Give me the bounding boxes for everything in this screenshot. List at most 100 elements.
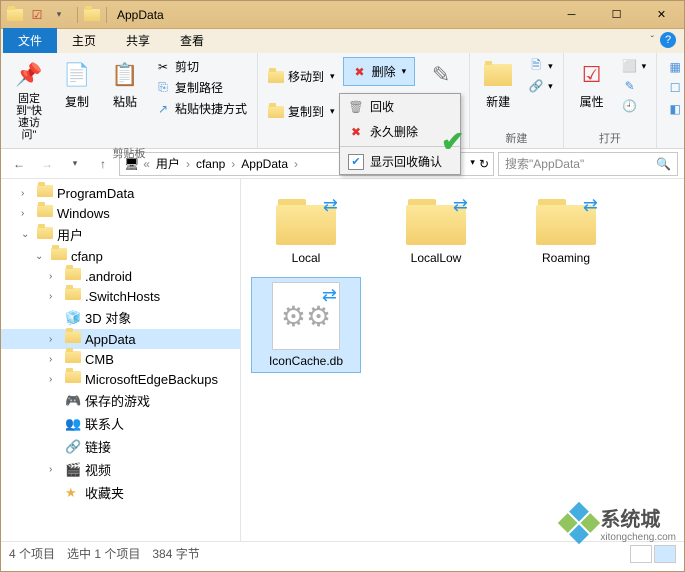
qat-folder-icon[interactable] bbox=[5, 5, 25, 25]
tree-favorites[interactable]: ★收藏夹 bbox=[1, 481, 240, 504]
watermark-logo-icon bbox=[558, 502, 600, 544]
group-select-label: 选择 bbox=[663, 128, 685, 146]
history-button[interactable]: 🕘 bbox=[618, 97, 651, 115]
group-new-label: 新建 bbox=[476, 128, 557, 146]
minimize-button[interactable]: ─ bbox=[549, 1, 594, 29]
file-local[interactable]: ⇄ Local bbox=[251, 189, 361, 269]
chevron-icon[interactable]: › bbox=[292, 157, 300, 171]
sync-icon: ⇄ bbox=[322, 285, 337, 306]
file-list[interactable]: ⇄ Local ⇄ LocalLow ⇄ Roaming ⚙⚙⇄ IconCac… bbox=[241, 179, 684, 541]
content-area: ›ProgramData ›Windows ⌄用户 ⌄cfanp ›.andro… bbox=[1, 179, 684, 541]
tree-switchhosts[interactable]: ›.SwitchHosts bbox=[1, 286, 240, 306]
tree-users[interactable]: ⌄用户 bbox=[1, 223, 240, 246]
status-selected: 选中 1 个项目 bbox=[67, 545, 140, 562]
perm-delete-icon: ✖ bbox=[348, 125, 364, 139]
forward-button[interactable]: → bbox=[35, 152, 59, 176]
search-icon: 🔍 bbox=[656, 157, 671, 171]
window-title: AppData bbox=[111, 8, 164, 22]
select-none-icon: ☐ bbox=[667, 80, 683, 96]
checkbox-icon: ✔ bbox=[348, 154, 364, 170]
tab-home[interactable]: 主页 bbox=[57, 28, 111, 53]
delete-icon: ✖ bbox=[352, 64, 368, 80]
rename-icon: ✎ bbox=[425, 59, 457, 91]
dropdown-icon[interactable]: ▾ bbox=[470, 157, 475, 171]
invert-icon: ◧ bbox=[667, 101, 683, 117]
file-iconcache[interactable]: ⚙⚙⇄ IconCache.db bbox=[251, 277, 361, 373]
cut-button[interactable]: ✂剪切 bbox=[151, 57, 251, 76]
open-button[interactable]: ⬜▾ bbox=[618, 57, 651, 75]
pin-label: 固定到"快 速访问" bbox=[13, 93, 45, 141]
tree-android[interactable]: ›.android bbox=[1, 266, 240, 286]
tree-windows[interactable]: ›Windows bbox=[1, 203, 240, 223]
copy-to-button[interactable]: 复制到▾ bbox=[264, 102, 339, 121]
view-details-button[interactable] bbox=[630, 545, 652, 563]
separator bbox=[106, 7, 107, 23]
folder-icon: ⇄ bbox=[402, 193, 470, 247]
paste-button[interactable]: 📋 粘贴 bbox=[103, 57, 147, 112]
paste-icon: 📋 bbox=[109, 59, 141, 91]
qat-select-icon[interactable]: ☑ bbox=[27, 5, 47, 25]
move-to-button[interactable]: 移动到▾ bbox=[264, 67, 339, 86]
file-roaming[interactable]: ⇄ Roaming bbox=[511, 189, 621, 269]
tab-file[interactable]: 文件 bbox=[3, 28, 57, 53]
copy-label: 复制 bbox=[65, 93, 89, 110]
properties-button[interactable]: ☑ 属性 bbox=[570, 57, 614, 112]
edit-button[interactable]: ✎ bbox=[618, 77, 651, 95]
refresh-icon[interactable]: ↻ bbox=[479, 157, 489, 171]
cut-icon: ✂ bbox=[155, 59, 171, 75]
tree-3d[interactable]: 🧊3D 对象 bbox=[1, 306, 240, 329]
search-input[interactable]: 搜索"AppData" 🔍 bbox=[498, 152, 678, 176]
invert-selection-button[interactable]: ◧反向选择 bbox=[663, 99, 685, 118]
select-none-button[interactable]: ☐全部取消 bbox=[663, 78, 685, 97]
sync-icon: ⇄ bbox=[323, 195, 338, 216]
select-all-icon: ▦ bbox=[667, 59, 683, 75]
tree-links[interactable]: 🔗链接 bbox=[1, 435, 240, 458]
history-icon: 🕘 bbox=[622, 98, 638, 114]
new-item-icon: 🗎 bbox=[528, 58, 544, 74]
menu-recycle[interactable]: 🗑 回收 bbox=[340, 94, 460, 119]
tree-edgebackups[interactable]: ›MicrosoftEdgeBackups bbox=[1, 369, 240, 389]
qat-dropdown-icon[interactable]: ▾ bbox=[49, 5, 69, 25]
folder-icon: ⇄ bbox=[272, 193, 340, 247]
group-open-label: 打开 bbox=[570, 128, 651, 146]
maximize-button[interactable]: ☐ bbox=[594, 1, 639, 29]
edit-icon: ✎ bbox=[622, 78, 638, 94]
paste-label: 粘贴 bbox=[113, 93, 137, 110]
tab-share[interactable]: 共享 bbox=[111, 28, 165, 53]
tree-cfanp[interactable]: ⌄cfanp bbox=[1, 246, 240, 266]
tree-videos[interactable]: ›🎬视频 bbox=[1, 458, 240, 481]
delete-button[interactable]: ✖删除▾ bbox=[348, 62, 411, 81]
close-button[interactable]: ✕ bbox=[639, 1, 684, 29]
tree-savedgames[interactable]: 🎮保存的游戏 bbox=[1, 389, 240, 412]
tree-contacts[interactable]: 👥联系人 bbox=[1, 412, 240, 435]
quick-access-toolbar: ☑ ▾ bbox=[1, 5, 73, 25]
folder-tree[interactable]: ›ProgramData ›Windows ⌄用户 ⌄cfanp ›.andro… bbox=[1, 179, 241, 541]
pin-button[interactable]: 📌 固定到"快 速访问" bbox=[7, 57, 51, 143]
help-icon[interactable]: ? bbox=[660, 32, 676, 48]
copy-button[interactable]: 📄 复制 bbox=[55, 57, 99, 112]
tree-cmb[interactable]: ›CMB bbox=[1, 349, 240, 369]
tree-appdata[interactable]: ›AppData bbox=[1, 329, 240, 349]
open-icon: ⬜ bbox=[622, 58, 638, 74]
new-folder-icon bbox=[482, 59, 514, 91]
file-locallow[interactable]: ⇄ LocalLow bbox=[381, 189, 491, 269]
new-folder-button[interactable]: 新建 bbox=[476, 57, 520, 112]
sync-icon: ⇄ bbox=[583, 195, 598, 216]
easy-access-icon: 🔗 bbox=[528, 78, 544, 94]
tree-programdata[interactable]: ›ProgramData bbox=[1, 183, 240, 203]
folder-icon bbox=[82, 5, 102, 25]
hand-drawn-check-icon: ✔ bbox=[441, 125, 464, 158]
easy-access-button[interactable]: 🔗▾ bbox=[524, 77, 557, 95]
ribbon-collapse-icon[interactable]: ˇ bbox=[651, 35, 654, 46]
folder-icon: ⇄ bbox=[532, 193, 600, 247]
view-icons-button[interactable] bbox=[654, 545, 676, 563]
properties-icon: ☑ bbox=[576, 59, 608, 91]
ribbon-tabs: 文件 主页 共享 查看 ˇ ? bbox=[1, 29, 684, 53]
paste-shortcut-button[interactable]: ↗粘贴快捷方式 bbox=[151, 99, 251, 118]
sync-icon: ⇄ bbox=[453, 195, 468, 216]
tab-view[interactable]: 查看 bbox=[165, 28, 219, 53]
recycle-icon: 🗑 bbox=[348, 100, 364, 114]
copy-path-button[interactable]: ⎘复制路径 bbox=[151, 78, 251, 97]
new-item-button[interactable]: 🗎▾ bbox=[524, 57, 557, 75]
select-all-button[interactable]: ▦全部选择 bbox=[663, 57, 685, 76]
